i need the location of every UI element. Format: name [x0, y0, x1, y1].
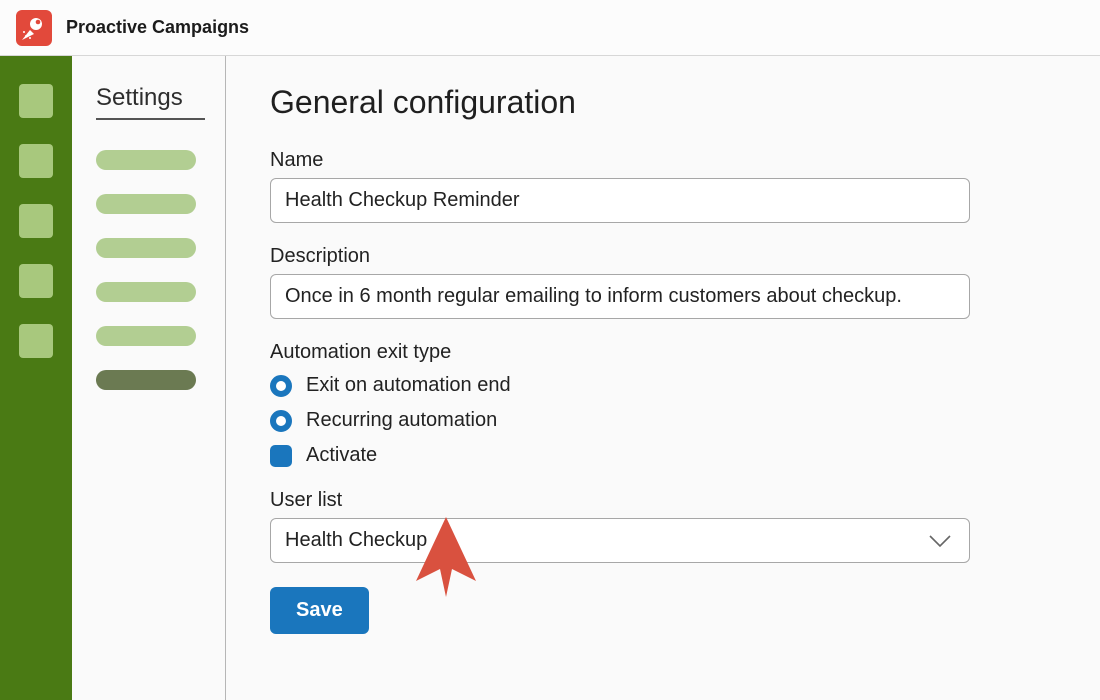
userlist-select[interactable]: Health Checkup [270, 518, 970, 563]
save-button[interactable]: Save [270, 587, 369, 634]
sidebar-item[interactable] [96, 282, 196, 302]
app-logo-icon [16, 10, 52, 46]
userlist-label: User list [270, 489, 1040, 512]
name-label: Name [270, 149, 1040, 172]
rail-item[interactable] [19, 204, 53, 238]
sidebar-item-active[interactable] [96, 370, 196, 390]
rail-item[interactable] [19, 144, 53, 178]
radio-icon [270, 410, 292, 432]
nav-rail [0, 56, 72, 700]
rail-item[interactable] [19, 84, 53, 118]
checkbox-activate[interactable]: Activate [270, 444, 1040, 467]
sidebar-item[interactable] [96, 150, 196, 170]
sidebar-item[interactable] [96, 326, 196, 346]
sidebar-title: Settings [96, 84, 205, 120]
checkbox-label: Activate [306, 444, 377, 467]
brand-title: Proactive Campaigns [66, 17, 249, 38]
description-input[interactable] [270, 274, 970, 319]
description-label: Description [270, 245, 1040, 268]
main-content: General configuration Name Description A… [226, 56, 1100, 700]
radio-icon [270, 375, 292, 397]
radio-label: Exit on automation end [306, 374, 511, 397]
rail-item[interactable] [19, 324, 53, 358]
rail-item[interactable] [19, 264, 53, 298]
userlist-value: Health Checkup [285, 529, 427, 551]
page-title: General configuration [270, 84, 1040, 121]
radio-exit-on-end[interactable]: Exit on automation end [270, 374, 1040, 397]
radio-label: Recurring automation [306, 409, 497, 432]
exit-type-label: Automation exit type [270, 341, 1040, 364]
save-button-label: Save [296, 599, 343, 621]
name-input[interactable] [270, 178, 970, 223]
settings-sidebar: Settings [72, 56, 226, 700]
sidebar-item[interactable] [96, 238, 196, 258]
radio-recurring[interactable]: Recurring automation [270, 409, 1040, 432]
top-bar: Proactive Campaigns [0, 0, 1100, 56]
sidebar-item[interactable] [96, 194, 196, 214]
checkbox-icon [270, 445, 292, 467]
